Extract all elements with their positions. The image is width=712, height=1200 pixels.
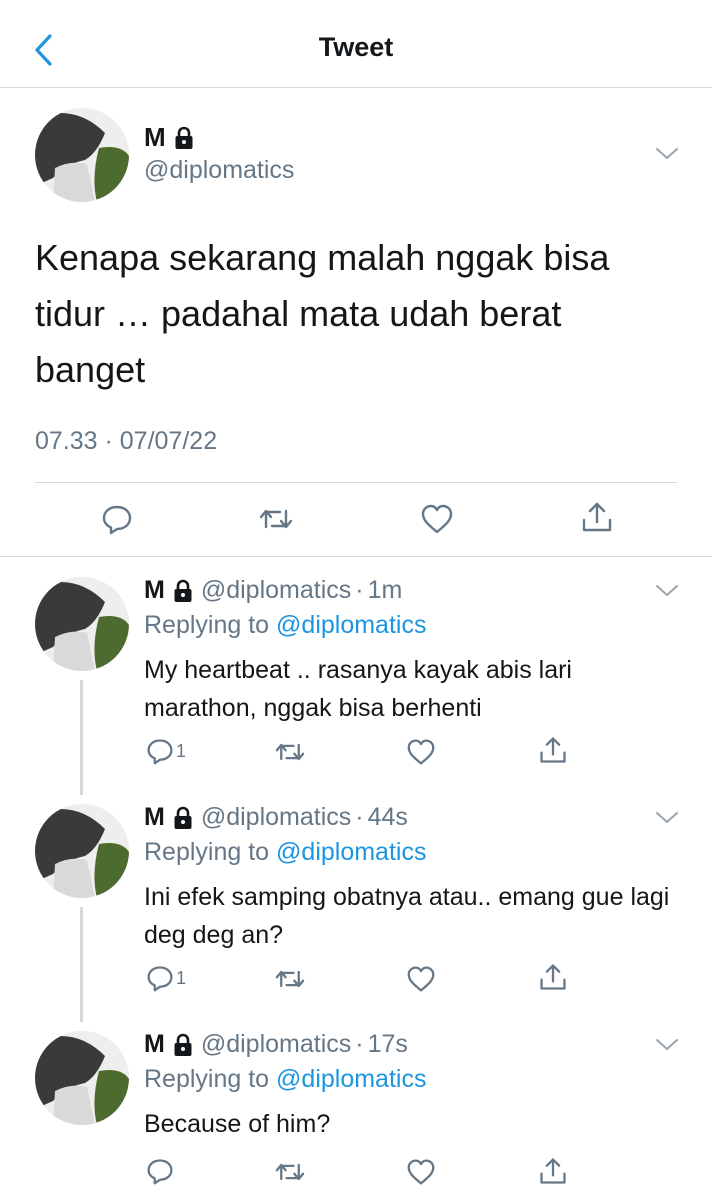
top-bar: Tweet	[0, 0, 712, 88]
tweet-timestamp: 07.33 · 07/07/22	[35, 427, 218, 455]
lock-icon	[174, 126, 194, 150]
heart-icon	[421, 504, 453, 534]
reply-header: M @diplomatics · 1m	[144, 576, 403, 605]
reply-header: M @diplomatics · 44s	[144, 803, 408, 832]
share-icon	[540, 1158, 566, 1184]
retweet-button[interactable]	[258, 503, 294, 535]
share-button[interactable]	[538, 962, 568, 992]
retweet-icon	[259, 509, 293, 529]
heart-icon	[407, 966, 435, 992]
author-name: M	[144, 576, 165, 604]
share-button[interactable]	[580, 500, 614, 534]
retweet-button[interactable]	[274, 965, 306, 993]
chevron-down-icon[interactable]	[655, 1037, 679, 1053]
like-button[interactable]	[406, 738, 436, 766]
comment-icon	[147, 739, 173, 765]
replying-handle-link[interactable]: @diplomatics	[276, 838, 426, 866]
replying-to: Replying to @diplomatics	[144, 1065, 427, 1093]
author-handle[interactable]: @diplomatics	[144, 156, 294, 185]
avatar[interactable]	[35, 577, 129, 671]
reply-count: 1	[176, 967, 187, 988]
reply-header: M @diplomatics · 17s	[144, 1030, 408, 1059]
retweet-button[interactable]	[274, 738, 306, 766]
like-button[interactable]	[406, 1158, 436, 1186]
author-name: M	[144, 1030, 165, 1058]
comment-button[interactable]	[101, 503, 133, 535]
replying-to: Replying to @diplomatics	[144, 611, 427, 639]
share-icon	[540, 737, 566, 763]
replying-handle-link[interactable]: @diplomatics	[276, 611, 426, 639]
comment-button[interactable]	[146, 1157, 174, 1185]
chevron-down-icon[interactable]	[655, 146, 679, 162]
comment-icon	[147, 966, 173, 992]
comment-icon	[102, 505, 132, 535]
retweet-button[interactable]	[274, 1158, 306, 1186]
share-button[interactable]	[538, 735, 568, 765]
comment-button[interactable]: 1	[146, 964, 186, 992]
comment-button[interactable]: 1	[146, 737, 186, 765]
chevron-down-icon[interactable]	[655, 583, 679, 599]
page-title: Tweet	[318, 32, 394, 62]
reply-time: 44s	[367, 803, 408, 831]
author-name: M	[144, 122, 194, 153]
tweet-text: Kenapa sekarang malah nggak bisa tidur ……	[35, 237, 610, 390]
reply-time: 17s	[367, 1030, 408, 1058]
thread-connector	[80, 907, 83, 1022]
chevron-down-icon[interactable]	[655, 810, 679, 826]
divider	[35, 482, 677, 483]
share-icon	[540, 964, 566, 990]
share-button[interactable]	[538, 1156, 568, 1186]
lock-icon	[173, 1033, 193, 1057]
lock-icon	[173, 579, 193, 603]
heart-icon	[407, 1159, 435, 1185]
divider	[0, 556, 712, 557]
reply-text: My heartbeat .. rasanya kayak abis lari …	[144, 656, 572, 722]
author-handle[interactable]: @diplomatics	[201, 576, 351, 605]
author-handle[interactable]: @diplomatics	[201, 1030, 351, 1059]
avatar[interactable]	[35, 804, 129, 898]
author-name: M	[144, 803, 165, 831]
author-handle[interactable]: @diplomatics	[201, 803, 351, 832]
lock-icon	[173, 806, 193, 830]
avatar[interactable]	[35, 108, 129, 202]
thread-connector	[80, 680, 83, 795]
reply-text: Ini efek samping obatnya atau.. emang gu…	[144, 883, 670, 949]
reply-text: Because of him?	[144, 1110, 331, 1138]
like-button[interactable]	[420, 503, 454, 535]
share-icon	[582, 502, 612, 532]
comment-icon	[147, 1159, 173, 1185]
avatar[interactable]	[35, 1031, 129, 1125]
reply-count: 1	[176, 740, 187, 761]
retweet-icon	[275, 743, 305, 761]
retweet-icon	[275, 970, 305, 988]
heart-icon	[407, 739, 435, 765]
reply-time: 1m	[367, 576, 403, 604]
like-button[interactable]	[406, 965, 436, 993]
retweet-icon	[275, 1163, 305, 1181]
replying-handle-link[interactable]: @diplomatics	[276, 1065, 426, 1093]
replying-to: Replying to @diplomatics	[144, 838, 427, 866]
